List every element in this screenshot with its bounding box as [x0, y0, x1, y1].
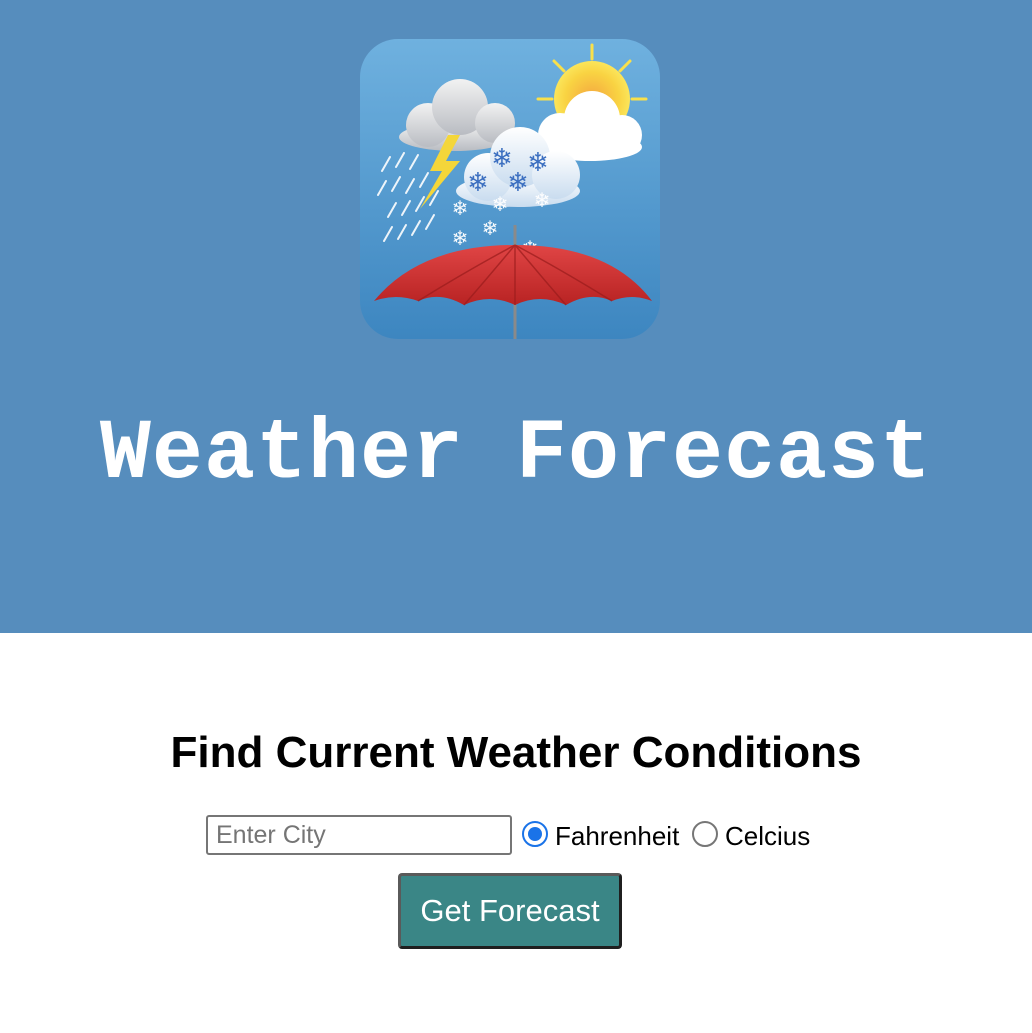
page-title: Weather Forecast [99, 406, 933, 503]
celcius-label: Celcius [725, 821, 811, 851]
svg-text:❄: ❄ [482, 216, 499, 240]
get-forecast-button[interactable]: Get Forecast [398, 873, 622, 949]
search-heading: Find Current Weather Conditions [170, 728, 862, 777]
svg-text:❄: ❄ [507, 168, 529, 198]
search-form: Fahrenheit Celcius [0, 815, 1032, 859]
city-input[interactable] [206, 815, 512, 855]
search-section: Find Current Weather Conditions Fahrenhe… [0, 633, 1032, 859]
svg-text:❄: ❄ [452, 226, 469, 250]
svg-text:❄: ❄ [452, 196, 469, 220]
svg-text:❄: ❄ [534, 188, 551, 212]
svg-text:❄: ❄ [527, 148, 549, 178]
hero-banner: ❄ ❄ ❄ ❄ ❄ ❄ ❄ ❄ ❄ ❄ ❄ [0, 0, 1032, 633]
celcius-radio[interactable] [692, 821, 718, 847]
svg-text:❄: ❄ [492, 192, 509, 216]
svg-text:❄: ❄ [467, 168, 489, 198]
fahrenheit-label: Fahrenheit [555, 821, 680, 851]
fahrenheit-radio[interactable] [522, 821, 548, 847]
weather-umbrella-icon: ❄ ❄ ❄ ❄ ❄ ❄ ❄ ❄ ❄ ❄ ❄ [360, 39, 660, 339]
